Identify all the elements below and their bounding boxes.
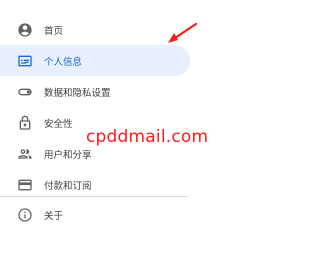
nav-label-data-privacy: 数据和隐私设置 <box>44 87 111 99</box>
annotation-arrow-icon <box>168 22 198 43</box>
nav-label-security: 安全性 <box>44 118 73 130</box>
account-circle-icon <box>17 22 33 38</box>
nav-divider <box>0 196 188 197</box>
nav-item-about[interactable]: 关于 <box>0 199 190 230</box>
about-section: 关于 <box>0 199 190 230</box>
watermark-text: cpddmail.com <box>86 127 209 147</box>
toggle-icon <box>17 84 33 100</box>
nav-item-personal-info[interactable]: 个人信息 <box>0 45 190 76</box>
nav-label-home: 首页 <box>44 25 64 37</box>
nav-label-personal-info: 个人信息 <box>44 56 83 68</box>
people-icon <box>17 146 33 162</box>
id-card-icon <box>17 53 33 69</box>
lock-icon <box>17 115 33 131</box>
nav-label-about: 关于 <box>44 210 64 222</box>
nav-item-data-privacy[interactable]: 数据和隐私设置 <box>0 76 190 107</box>
nav-label-people-sharing: 用户和分享 <box>44 149 92 161</box>
nav-label-payments: 付款和订阅 <box>44 180 92 192</box>
account-settings-page: 首页 个人信息 数据和隐私设置 安全性 用户和分享 付款和订阅 关于 cpddm… <box>0 0 259 275</box>
info-icon <box>17 207 33 223</box>
credit-card-icon <box>17 177 33 193</box>
